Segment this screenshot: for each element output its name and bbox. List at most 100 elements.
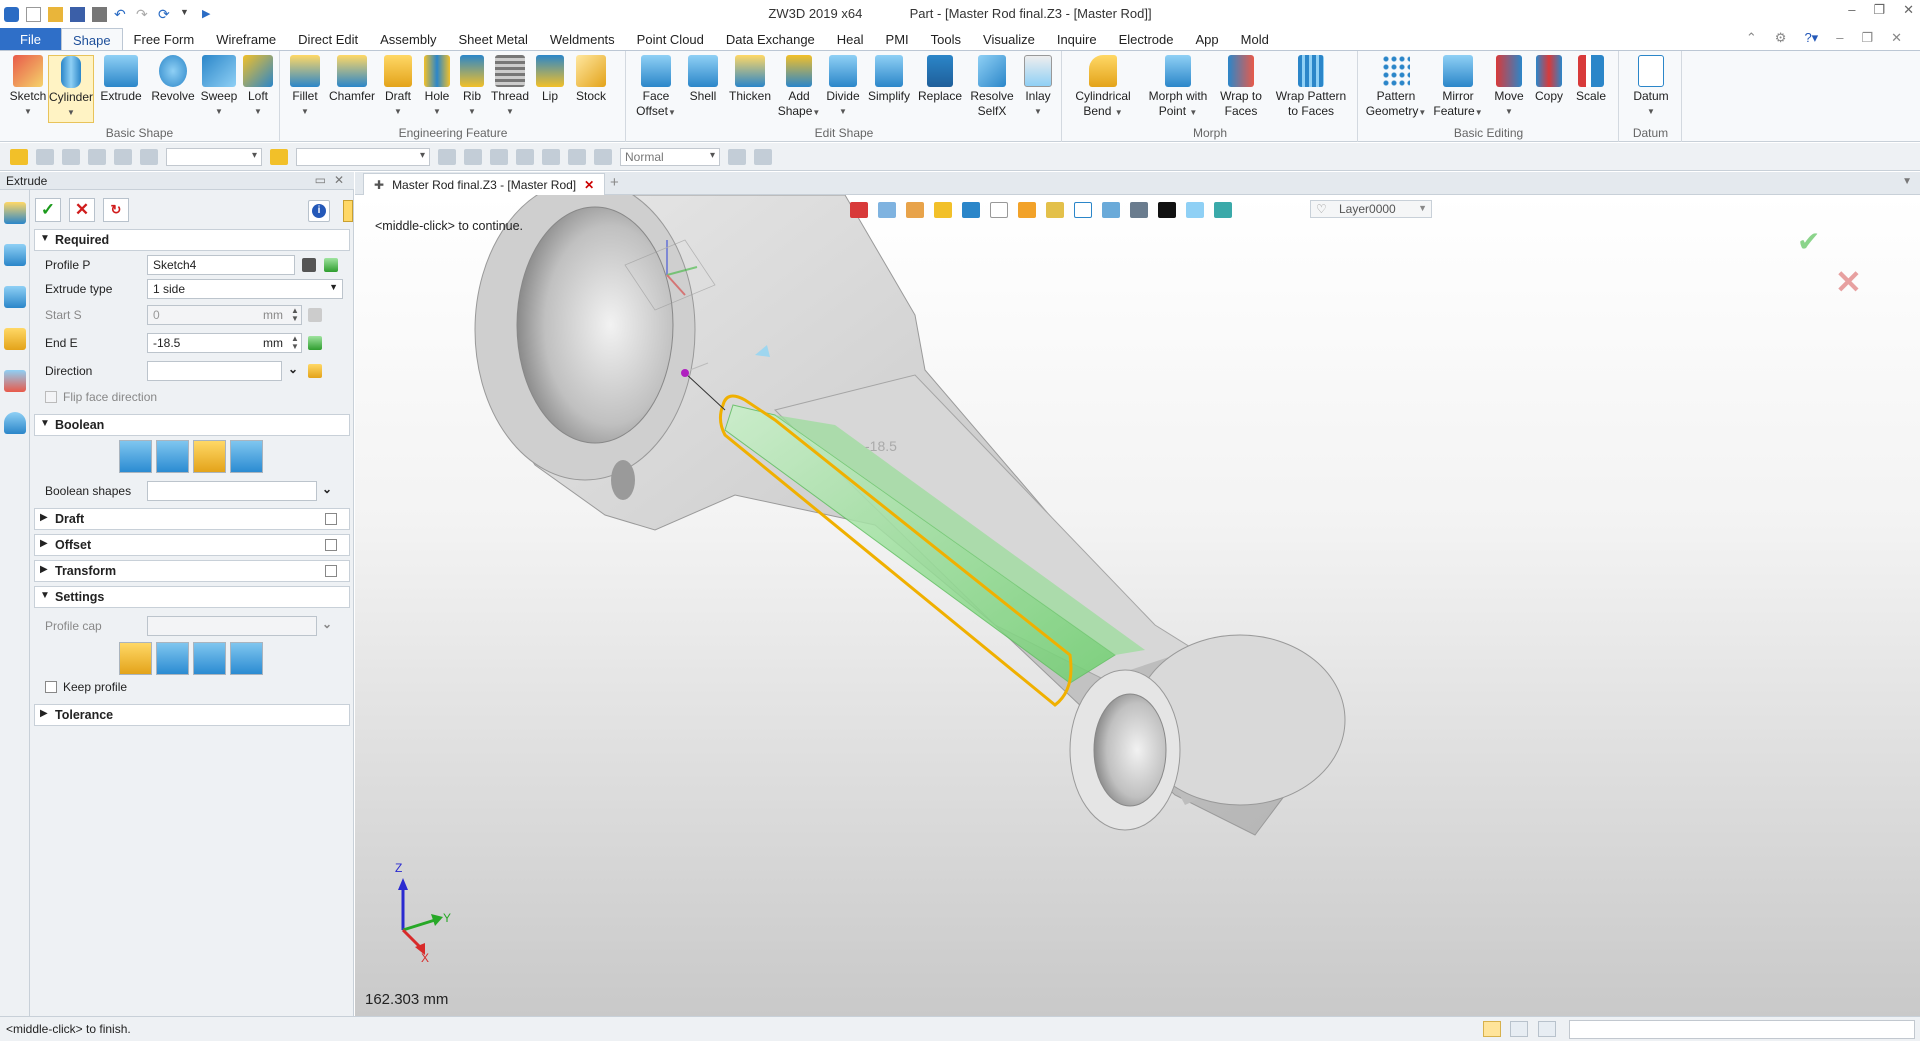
tab-visualize[interactable]: Visualize: [972, 28, 1046, 50]
info-button[interactable]: i: [308, 200, 330, 222]
divide-button[interactable]: Divide ▼: [823, 55, 863, 119]
start-spinner[interactable]: ▲ ▼: [291, 307, 299, 323]
render-style-icon[interactable]: [1018, 202, 1036, 218]
tab-mold[interactable]: Mold: [1230, 28, 1280, 50]
align-icon-3[interactable]: [542, 148, 560, 165]
minimize-icon[interactable]: –: [1848, 2, 1855, 18]
line-tool-icon[interactable]: [62, 148, 80, 165]
snap-icon-2[interactable]: [464, 148, 482, 165]
hole-button[interactable]: Hole ▼: [419, 55, 455, 119]
tab-free-form[interactable]: Free Form: [123, 28, 206, 50]
refresh-icon[interactable]: ⟳: [158, 7, 173, 22]
draft-button[interactable]: Draft ▼: [379, 55, 417, 119]
rod-beam-face[interactable]: [774, 374, 1237, 696]
run-icon[interactable]: ▶: [202, 7, 217, 22]
cancel-button[interactable]: ✕: [69, 198, 95, 222]
tab-data-exchange[interactable]: Data Exchange: [715, 28, 826, 50]
tab-file[interactable]: File: [0, 28, 61, 50]
status-view-icon[interactable]: [1483, 1021, 1501, 1037]
ok-button[interactable]: ✓: [35, 198, 61, 222]
apply-button[interactable]: ↻: [103, 198, 129, 222]
sweep-button[interactable]: Sweep ▼: [198, 55, 240, 119]
tab-shape[interactable]: Shape: [60, 28, 123, 50]
user-icon[interactable]: [3, 412, 26, 434]
lip-button[interactable]: Lip: [533, 55, 567, 104]
extrude-type-select[interactable]: 1 side ▼: [147, 279, 343, 299]
part-icon[interactable]: [3, 328, 26, 350]
sketch-edit-icon[interactable]: [302, 258, 316, 272]
tab-close-icon[interactable]: ✕: [584, 178, 594, 192]
dimension-label[interactable]: -18.5: [865, 438, 897, 454]
doc-close-icon[interactable]: ✕: [1891, 30, 1902, 46]
filter-icon[interactable]: [140, 148, 158, 165]
help-icon[interactable]: ?▾: [1804, 30, 1818, 46]
new-file-icon[interactable]: [26, 6, 41, 22]
snap-icon-1[interactable]: [438, 148, 456, 165]
replace-button[interactable]: Replace: [915, 55, 965, 104]
status-list-icon[interactable]: [1538, 1021, 1556, 1037]
draft-checkbox[interactable]: [325, 513, 337, 525]
select-pointer-icon[interactable]: [10, 148, 28, 165]
viewport-cancel-icon[interactable]: ✕: [1835, 263, 1862, 301]
shape-select-icon[interactable]: [114, 148, 132, 165]
rib-button[interactable]: Rib ▼: [457, 55, 487, 119]
cylindrical-bend-button[interactable]: Cylindrical Bend ▼: [1069, 55, 1137, 120]
pattern-geometry-button[interactable]: Pattern Geometry▼: [1365, 55, 1427, 120]
boolean-remove-icon[interactable]: [193, 440, 226, 473]
boolean-intersect-icon[interactable]: [230, 440, 263, 473]
pick-tool-icon[interactable]: [36, 148, 54, 165]
close-icon[interactable]: ✕: [1903, 2, 1914, 18]
wrap-to-faces-button[interactable]: Wrap to Faces: [1217, 55, 1265, 119]
mirror-feature-button[interactable]: Mirror Feature▼: [1429, 55, 1487, 120]
customize-dropdown-icon[interactable]: ▼: [180, 7, 195, 22]
fillet-button[interactable]: Fillet ▼: [285, 55, 325, 119]
tab-tools[interactable]: Tools: [920, 28, 972, 50]
command-input[interactable]: [1569, 1020, 1915, 1039]
view-manager-icon[interactable]: [3, 370, 26, 392]
small-end-bore[interactable]: [1093, 693, 1167, 807]
cap-end-icon[interactable]: [193, 642, 226, 675]
filter-combo[interactable]: [166, 147, 262, 166]
section-settings[interactable]: ▼ Settings: [34, 586, 350, 608]
color-icon[interactable]: [1158, 202, 1176, 218]
profile-field[interactable]: Sketch4: [147, 255, 295, 275]
app-logo-icon[interactable]: [4, 6, 19, 22]
exit-icon[interactable]: [850, 202, 868, 218]
boolean-add-icon[interactable]: [156, 440, 189, 473]
settings-icon[interactable]: ⚙: [1775, 30, 1787, 46]
cylinder-button[interactable]: Cylinder ▼: [48, 55, 94, 123]
status-screen-icon[interactable]: [1510, 1021, 1528, 1037]
doc-minimize-icon[interactable]: –: [1836, 30, 1843, 46]
tab-app[interactable]: App: [1185, 28, 1230, 50]
cube-yellow-icon[interactable]: [934, 202, 952, 218]
section-draft[interactable]: ▶ Draft: [34, 508, 350, 530]
tab-direct-edit[interactable]: Direct Edit: [287, 28, 369, 50]
thread-button[interactable]: Thread ▼: [489, 55, 531, 119]
3d-viewport[interactable]: Z Y X -18.5 ♡ Layer0000 ▼ <middle-click>…: [355, 195, 1920, 1016]
morph-with-point-button[interactable]: Morph with Point ▼: [1143, 55, 1213, 120]
expand-icon[interactable]: ⌄: [322, 482, 332, 496]
print-icon[interactable]: [92, 6, 107, 22]
cap-start-icon[interactable]: [156, 642, 189, 675]
model-view[interactable]: [355, 195, 1920, 1016]
open-folder-icon[interactable]: [48, 6, 63, 22]
profile-cap-field[interactable]: [147, 616, 317, 636]
tab-point-cloud[interactable]: Point Cloud: [626, 28, 715, 50]
display-icon[interactable]: [1046, 202, 1064, 218]
background-icon[interactable]: [1130, 202, 1148, 218]
tab-wireframe[interactable]: Wireframe: [205, 28, 287, 50]
start-pick-icon[interactable]: [308, 308, 322, 322]
extrude-button[interactable]: Extrude: [98, 55, 144, 104]
section-offset[interactable]: ▶ Offset: [34, 534, 350, 556]
simplify-button[interactable]: Simplify: [865, 55, 913, 104]
tab-pin-icon[interactable]: ✚: [374, 178, 384, 192]
chamfer-button[interactable]: Chamfer: [327, 55, 377, 104]
tab-assembly[interactable]: Assembly: [369, 28, 447, 50]
doc-restore-icon[interactable]: ❐: [1861, 30, 1873, 46]
big-end-bore[interactable]: [516, 206, 674, 444]
undo-icon[interactable]: ↶: [114, 7, 129, 22]
direction-pick-icon[interactable]: [308, 364, 322, 378]
inlay-button[interactable]: Inlay ▼: [1019, 55, 1057, 119]
viewport-ok-icon[interactable]: ✔: [1797, 225, 1820, 258]
layer-filter-icon[interactable]: [270, 148, 288, 165]
